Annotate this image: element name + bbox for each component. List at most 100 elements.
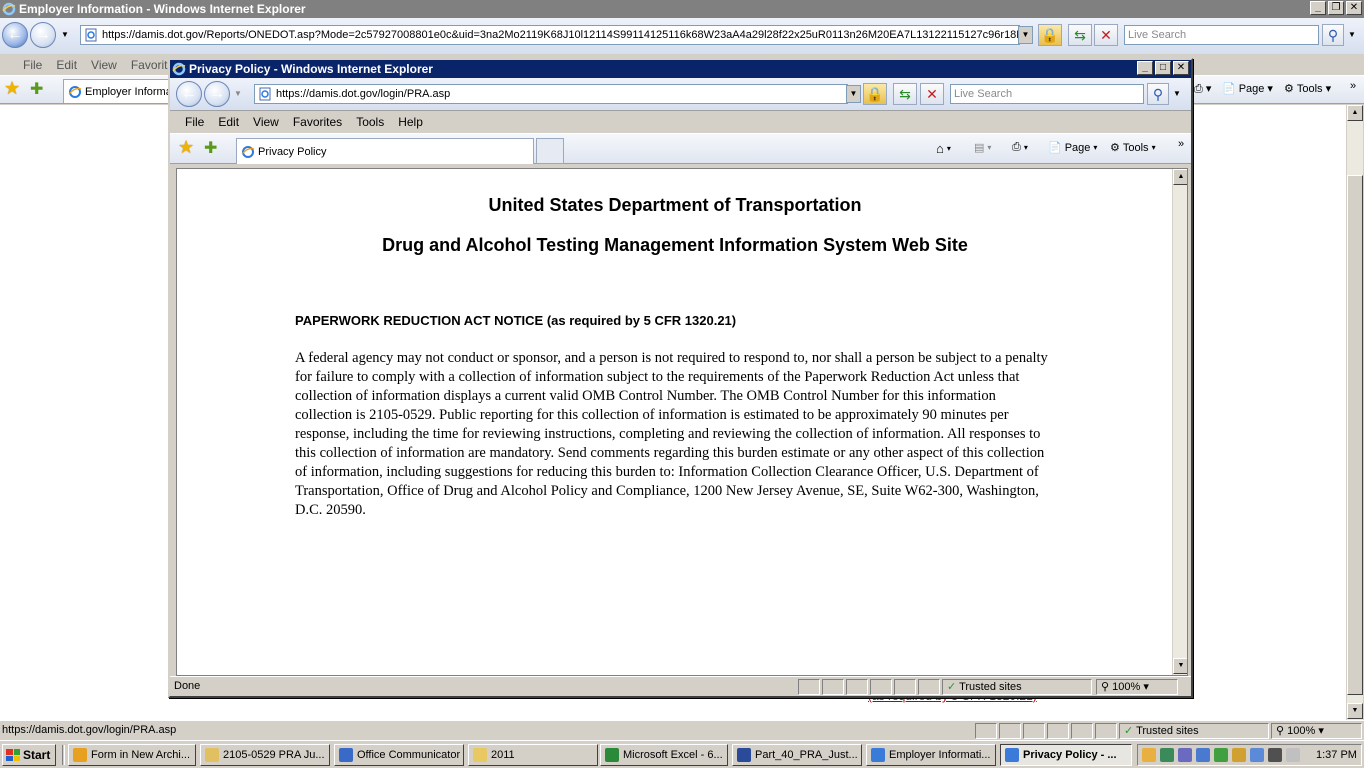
forward-button[interactable]: → — [30, 22, 56, 48]
scroll-down-arrow-icon[interactable]: ▼ — [1347, 703, 1363, 719]
taskbar-item-label: Privacy Policy - ... — [1023, 749, 1117, 761]
main-print-icon[interactable]: ⎙ ▾ — [1194, 82, 1211, 96]
main-tools-label: Tools — [1296, 82, 1323, 95]
taskbar-item[interactable]: Office Communicator — [334, 744, 464, 766]
scroll-thumb[interactable] — [1347, 175, 1363, 695]
tray-icon[interactable] — [1232, 748, 1246, 762]
menu-file[interactable]: File — [16, 58, 49, 72]
popup-maximize-button[interactable]: □ — [1155, 61, 1171, 75]
add-favorite-icon[interactable]: ✚ — [30, 79, 43, 99]
monitor-icon[interactable] — [1268, 748, 1282, 762]
popup-page-menu[interactable]: 📄 Page ▾ — [1048, 141, 1097, 155]
menu-help[interactable]: Help — [391, 115, 430, 129]
popup-zoom-control[interactable]: ⚲ 100% ▾ — [1096, 679, 1178, 695]
popup-menu-bar: File Edit View Favorites Tools Help — [170, 110, 1191, 134]
search-options-icon[interactable]: ▼ — [1348, 30, 1356, 39]
popup-forward-button[interactable]: → — [204, 81, 230, 107]
tray-icon[interactable] — [1196, 748, 1210, 762]
popup-tools-label: Tools — [1122, 141, 1149, 154]
scroll-down-arrow-icon[interactable]: ▼ — [1173, 658, 1187, 674]
back-button[interactable]: ← — [2, 22, 28, 48]
toolbar-overflow-icon[interactable]: » — [1350, 80, 1356, 92]
menu-view[interactable]: View — [84, 58, 124, 72]
clock[interactable]: 1:37 PM — [1316, 749, 1357, 761]
tray-icon[interactable] — [1142, 748, 1156, 762]
main-tab-employer-information[interactable]: Employer Informa — [63, 79, 173, 103]
feeds-icon[interactable]: ▤ ▾ — [974, 141, 991, 154]
taskbar-item[interactable]: Employer Informati... — [866, 744, 996, 766]
scroll-up-arrow-icon[interactable]: ▲ — [1173, 169, 1187, 185]
lock-icon[interactable]: 🔒 — [1038, 24, 1062, 46]
notice-heading: PAPERWORK REDUCTION ACT NOTICE (as requi… — [295, 313, 737, 328]
ie-page-icon — [241, 145, 255, 158]
taskbar-item[interactable]: Part_40_PRA_Just... — [732, 744, 862, 766]
close-button[interactable]: ✕ — [1346, 1, 1362, 15]
menu-favorites[interactable]: Favorites — [286, 115, 349, 129]
tray-icon[interactable] — [1178, 748, 1192, 762]
address-dropdown-button[interactable]: ▼ — [846, 85, 861, 103]
word-icon — [737, 748, 751, 762]
taskbar-item[interactable]: 2105-0529 PRA Ju... — [200, 744, 330, 766]
popup-tab-privacy-policy[interactable]: Privacy Policy — [236, 138, 534, 164]
main-title-bar[interactable]: Employer Information - Windows Internet … — [0, 0, 1364, 18]
new-tab-button[interactable] — [536, 138, 564, 164]
minimize-button[interactable]: _ — [1310, 1, 1326, 15]
start-button[interactable]: Start — [2, 744, 56, 766]
address-dropdown-button[interactable]: ▼ — [1018, 26, 1033, 44]
search-options-icon[interactable]: ▼ — [1173, 89, 1181, 98]
search-icon[interactable]: ⚲ — [1147, 83, 1169, 105]
main-zoom-control[interactable]: ⚲ 100% ▾ — [1271, 723, 1362, 739]
tray-icon[interactable] — [1250, 748, 1264, 762]
recent-pages-dropdown-icon[interactable]: ▼ — [61, 30, 69, 39]
print-icon[interactable]: ⎙ ▾ — [1012, 141, 1028, 154]
popup-vertical-scrollbar[interactable]: ▲ ▼ — [1172, 169, 1187, 675]
tray-icon[interactable] — [1160, 748, 1174, 762]
main-address-bar[interactable]: https://damis.dot.gov/Reports/ONEDOT.asp… — [80, 25, 1020, 45]
taskbar-item-active[interactable]: Privacy Policy - ... — [1000, 744, 1132, 766]
recent-pages-dropdown-icon[interactable]: ▼ — [234, 89, 242, 98]
status-cell — [870, 679, 892, 695]
popup-minimize-button[interactable]: _ — [1137, 61, 1153, 75]
refresh-icon[interactable]: ⇆ — [1068, 24, 1092, 46]
main-vertical-scrollbar[interactable]: ▲ ▼ — [1346, 105, 1363, 720]
main-window-title: Employer Information - Windows Internet … — [19, 2, 306, 16]
page-icon — [259, 87, 271, 101]
popup-close-button[interactable]: ✕ — [1173, 61, 1189, 75]
search-icon[interactable]: ⚲ — [1322, 24, 1344, 46]
restore-button[interactable]: ❐ — [1328, 1, 1344, 15]
popup-back-button[interactable]: ← — [176, 81, 202, 107]
popup-tools-menu[interactable]: ⚙ Tools ▾ — [1110, 141, 1156, 155]
add-favorite-icon[interactable]: ✚ — [204, 138, 217, 158]
menu-edit[interactable]: Edit — [211, 115, 246, 129]
stop-icon[interactable]: ✕ — [920, 83, 944, 105]
stop-icon[interactable]: ✕ — [1094, 24, 1118, 46]
popup-tab-label: Privacy Policy — [258, 145, 327, 158]
status-cell — [894, 679, 916, 695]
menu-edit[interactable]: Edit — [49, 58, 84, 72]
main-search-input[interactable]: Live Search — [1124, 25, 1319, 45]
lock-icon[interactable]: 🔒 — [863, 83, 887, 105]
taskbar-item[interactable]: 2011 — [468, 744, 598, 766]
favorites-star-icon[interactable]: ★ — [4, 78, 20, 99]
favorites-star-icon[interactable]: ★ — [178, 137, 194, 158]
menu-file[interactable]: File — [178, 115, 211, 129]
menu-tools[interactable]: Tools — [349, 115, 391, 129]
main-page-menu[interactable]: 📄 Page ▾ — [1222, 82, 1273, 96]
main-tools-menu[interactable]: ⚙ Tools ▾ — [1284, 82, 1331, 96]
menu-view[interactable]: View — [246, 115, 286, 129]
volume-icon[interactable] — [1286, 748, 1300, 762]
page-icon: 📄 — [1222, 83, 1236, 95]
communicator-icon — [339, 748, 353, 762]
home-icon[interactable]: ⌂ ▾ — [936, 141, 951, 156]
popup-zone-label: Trusted sites — [959, 681, 1022, 693]
taskbar-item[interactable]: Microsoft Excel - 6... — [600, 744, 728, 766]
refresh-icon[interactable]: ⇆ — [893, 83, 917, 105]
popup-title-bar[interactable]: Privacy Policy - Windows Internet Explor… — [170, 60, 1191, 78]
toolbar-overflow-icon[interactable]: » — [1178, 138, 1184, 150]
popup-address-bar[interactable]: https://damis.dot.gov/login/PRA.asp — [254, 84, 848, 104]
taskbar-item[interactable]: Form in New Archi... — [68, 744, 196, 766]
ie-page-icon — [68, 85, 82, 98]
scroll-up-arrow-icon[interactable]: ▲ — [1347, 105, 1363, 121]
tray-icon[interactable] — [1214, 748, 1228, 762]
popup-search-input[interactable]: Live Search — [950, 84, 1144, 104]
